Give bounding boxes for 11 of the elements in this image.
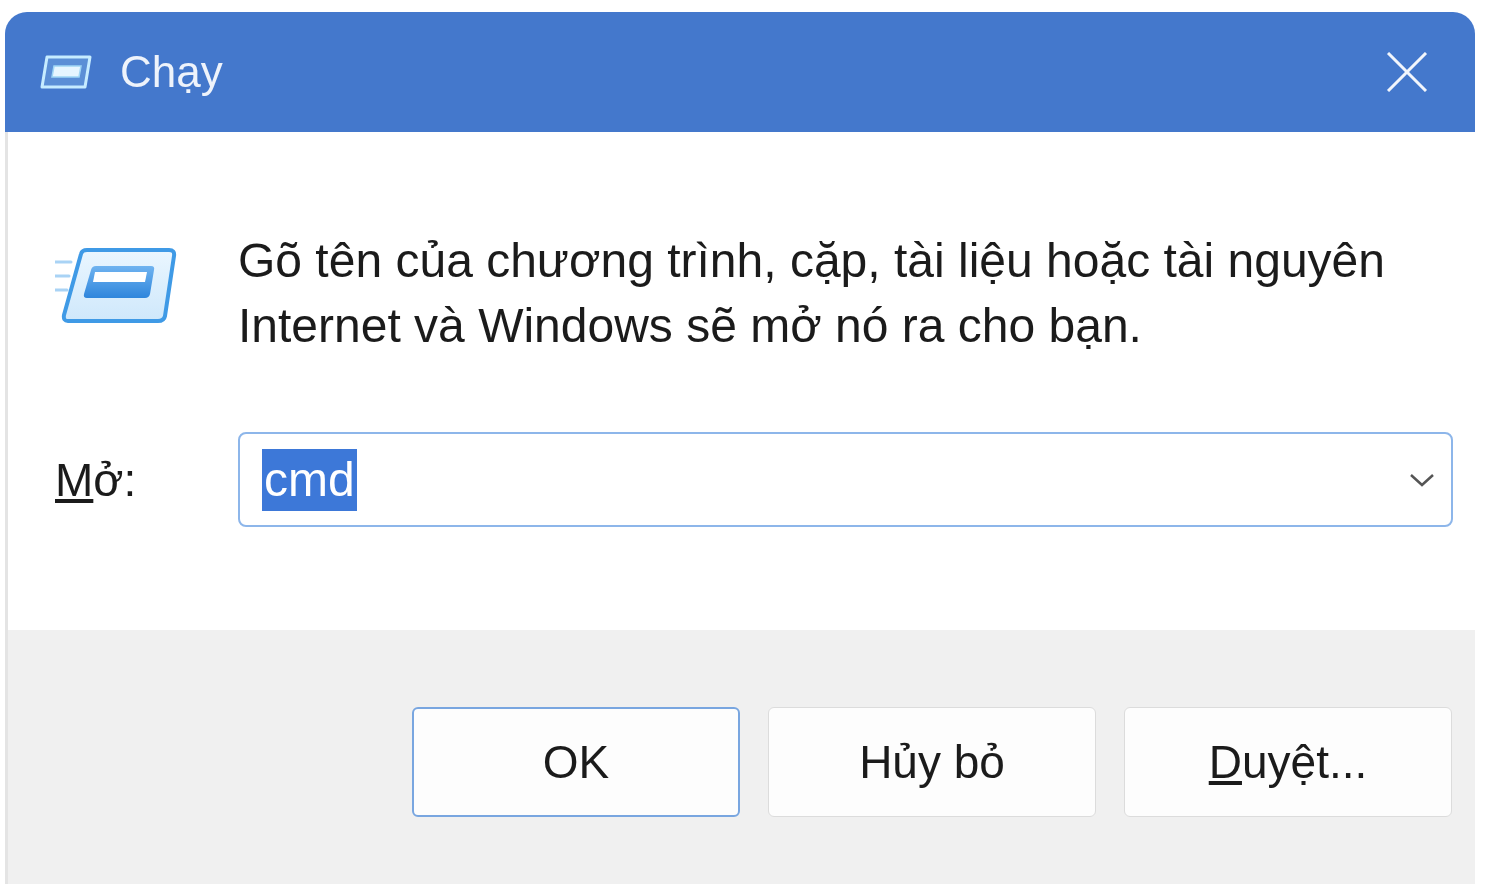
window-title: Chạy: [120, 50, 223, 94]
field-value: cmd: [262, 448, 357, 511]
browse-button[interactable]: Duyệt...: [1124, 707, 1452, 817]
cancel-button[interactable]: Hủy bỏ: [768, 707, 1096, 817]
instruction-text: Gõ tên của chương trình, cặp, tài liệu hoặc tài nguyên Internet và Windows sẽ mở nó ra cho bạn.: [238, 233, 1386, 354]
open-field[interactable]: cmd: [238, 432, 1453, 527]
chevron-down-icon[interactable]: [1409, 472, 1435, 487]
window-icon: [40, 55, 92, 89]
window-icon: [55, 248, 177, 324]
open-label: Mở:: [55, 456, 137, 503]
ok-button[interactable]: OK: [412, 707, 740, 817]
